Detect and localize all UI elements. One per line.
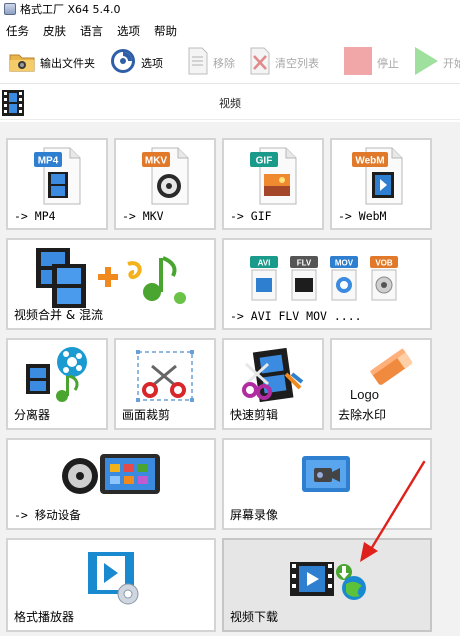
- mkv-file-icon: MKV: [142, 147, 189, 205]
- menu-help[interactable]: 帮助: [154, 23, 177, 39]
- splitter-icon: [26, 347, 87, 402]
- tile-mobile-label: -> 移动设备: [14, 508, 81, 522]
- quick-edit-icon: [242, 347, 304, 403]
- film-strip-icon: [2, 90, 24, 116]
- screen-record-icon: [302, 456, 350, 492]
- options-gear-icon: [109, 47, 137, 78]
- tile-merge[interactable]: 视频合并 & 混流: [6, 238, 216, 330]
- stop-label: 停止: [377, 56, 399, 70]
- tile-player[interactable]: 格式播放器: [6, 538, 216, 632]
- app-icon: [4, 3, 16, 15]
- tile-crop-label: 画面裁剪: [122, 408, 171, 422]
- folder-icon: [8, 49, 36, 76]
- tile-webm-label: -> WebM: [338, 209, 387, 223]
- mov-badge: MOV: [335, 259, 354, 268]
- tile-watermark-label: 去除水印: [338, 408, 387, 422]
- output-folder-label: 输出文件夹: [40, 56, 95, 70]
- stop-icon: [343, 46, 373, 79]
- options-button[interactable]: 选项: [105, 45, 167, 81]
- menu-task[interactable]: 任务: [6, 23, 29, 39]
- mkv-badge: MKV: [145, 156, 168, 167]
- remove-button[interactable]: 移除: [183, 45, 239, 81]
- tile-screen-record[interactable]: 屏幕录像: [222, 438, 432, 530]
- remove-document-icon: [187, 47, 209, 78]
- start-button[interactable]: 开始: [409, 45, 460, 81]
- tile-splitter-label: 分离器: [14, 408, 51, 422]
- avi-badge: AVI: [258, 259, 271, 268]
- start-label: 开始: [443, 56, 460, 70]
- tile-splitter[interactable]: 分离器: [6, 338, 108, 430]
- tile-webm[interactable]: WebM -> WebM: [330, 138, 432, 230]
- tile-mp4-label: -> MP4: [14, 209, 56, 223]
- tile-multi-format-label: -> AVI FLV MOV ....: [230, 309, 362, 323]
- vob-badge: VOB: [375, 259, 393, 268]
- section-title: 视频: [219, 96, 241, 110]
- menu-options[interactable]: 选项: [117, 23, 140, 39]
- crop-scissors-icon: [136, 350, 194, 402]
- mp4-file-icon: MP4: [34, 147, 81, 205]
- mp4-badge: MP4: [38, 156, 59, 167]
- tile-merge-label: 视频合并 & 混流: [14, 308, 103, 322]
- logo-text: Logo: [350, 387, 379, 402]
- tile-mkv-label: -> MKV: [122, 209, 164, 223]
- tile-multi-format[interactable]: AVI FLV MOV VOB -> AVI FLV MOV ....: [222, 238, 432, 330]
- player-icon: [88, 552, 139, 605]
- options-label: 选项: [141, 56, 163, 70]
- clear-list-icon: [249, 47, 271, 78]
- webm-badge: WebM: [355, 156, 384, 167]
- section-header[interactable]: 视频: [0, 86, 460, 120]
- tile-video-download[interactable]: 视频下载: [222, 538, 432, 632]
- flv-badge: FLV: [297, 259, 312, 268]
- output-folder-button[interactable]: 输出文件夹: [4, 45, 99, 81]
- tile-mkv[interactable]: MKV -> MKV: [114, 138, 216, 230]
- video-download-icon: [290, 562, 366, 600]
- stop-button[interactable]: 停止: [339, 45, 403, 81]
- tile-screen-record-label: 屏幕录像: [230, 508, 279, 522]
- gif-file-icon: GIF: [250, 147, 297, 205]
- menu-bar: 任务 皮肤 语言 选项 帮助: [0, 20, 460, 42]
- window-title: 格式工厂 X64 5.4.0: [20, 3, 121, 16]
- video-merge-icon: [36, 248, 186, 308]
- clear-list-label: 清空列表: [275, 56, 319, 70]
- tile-gif-label: -> GIF: [230, 209, 272, 223]
- remove-label: 移除: [213, 56, 235, 70]
- play-icon: [413, 46, 439, 79]
- eraser-logo-icon: Logo: [350, 348, 413, 402]
- menu-skin[interactable]: 皮肤: [43, 23, 66, 39]
- tile-mobile[interactable]: -> 移动设备: [6, 438, 216, 530]
- multi-format-icons: AVI FLV MOV VOB: [250, 256, 398, 301]
- webm-file-icon: WebM: [352, 147, 403, 205]
- tile-quickcut[interactable]: 快速剪辑: [222, 338, 324, 430]
- title-bar: 格式工厂 X64 5.4.0: [0, 0, 460, 18]
- mobile-devices-icon: [62, 454, 160, 494]
- tile-player-label: 格式播放器: [14, 610, 75, 624]
- tile-watermark[interactable]: Logo 去除水印: [330, 338, 432, 430]
- toolbar: 输出文件夹 选项 移除 清空列表 停止 开始: [0, 42, 460, 84]
- gif-badge: GIF: [256, 156, 273, 167]
- tile-gif[interactable]: GIF -> GIF: [222, 138, 324, 230]
- function-grid: MP4 -> MP4 MKV -> MKV GIF -> GIF WebM ->…: [0, 122, 460, 636]
- menu-language[interactable]: 语言: [80, 23, 103, 39]
- tile-quickcut-label: 快速剪辑: [230, 408, 279, 422]
- tile-mp4[interactable]: MP4 -> MP4: [6, 138, 108, 230]
- tile-video-download-label: 视频下载: [230, 610, 279, 624]
- clear-list-button[interactable]: 清空列表: [245, 45, 323, 81]
- tile-crop[interactable]: 画面裁剪: [114, 338, 216, 430]
